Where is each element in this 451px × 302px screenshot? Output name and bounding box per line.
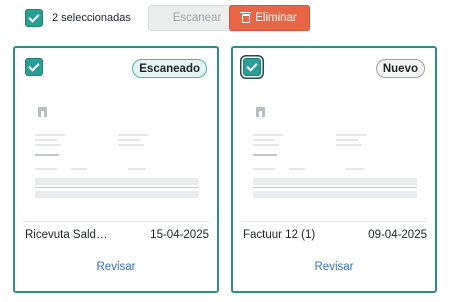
selection-count: 2 seleccionadas xyxy=(52,12,131,24)
document-card[interactable]: Escaneado Ricevuta Sald… 15-04-2025 Revi… xyxy=(13,46,219,293)
review-link[interactable]: Revisar xyxy=(15,261,217,273)
card-meta: Factuur 12 (1) 09-04-2025 xyxy=(243,229,427,241)
card-meta: Ricevuta Sald… 15-04-2025 xyxy=(25,229,209,241)
document-card[interactable]: Nuevo Factuur 12 (1) 09-04-2025 Revisar xyxy=(231,46,437,293)
status-badge: Nuevo xyxy=(375,59,425,78)
document-name: Ricevuta Sald… xyxy=(25,229,108,241)
document-name: Factuur 12 (1) xyxy=(243,229,316,241)
select-all-checkbox[interactable] xyxy=(25,9,43,27)
review-link[interactable]: Revisar xyxy=(233,261,435,273)
trash-icon xyxy=(240,11,252,23)
document-date: 09-04-2025 xyxy=(368,229,427,241)
selection-toolbar: 2 seleccionadas Escanear Eliminar xyxy=(25,5,310,31)
delete-button[interactable]: Eliminar xyxy=(229,5,310,31)
card-divider xyxy=(241,221,427,222)
document-logo-icon xyxy=(256,107,265,117)
document-logo-icon xyxy=(38,107,47,117)
document-thumbnail xyxy=(241,88,427,213)
delete-button-label: Eliminar xyxy=(255,12,297,24)
card-checkbox[interactable] xyxy=(25,58,43,76)
status-badge: Escaneado xyxy=(132,59,207,78)
document-date: 15-04-2025 xyxy=(150,229,209,241)
card-divider xyxy=(23,221,209,222)
document-thumbnail xyxy=(23,88,209,213)
card-checkbox[interactable] xyxy=(243,58,261,76)
